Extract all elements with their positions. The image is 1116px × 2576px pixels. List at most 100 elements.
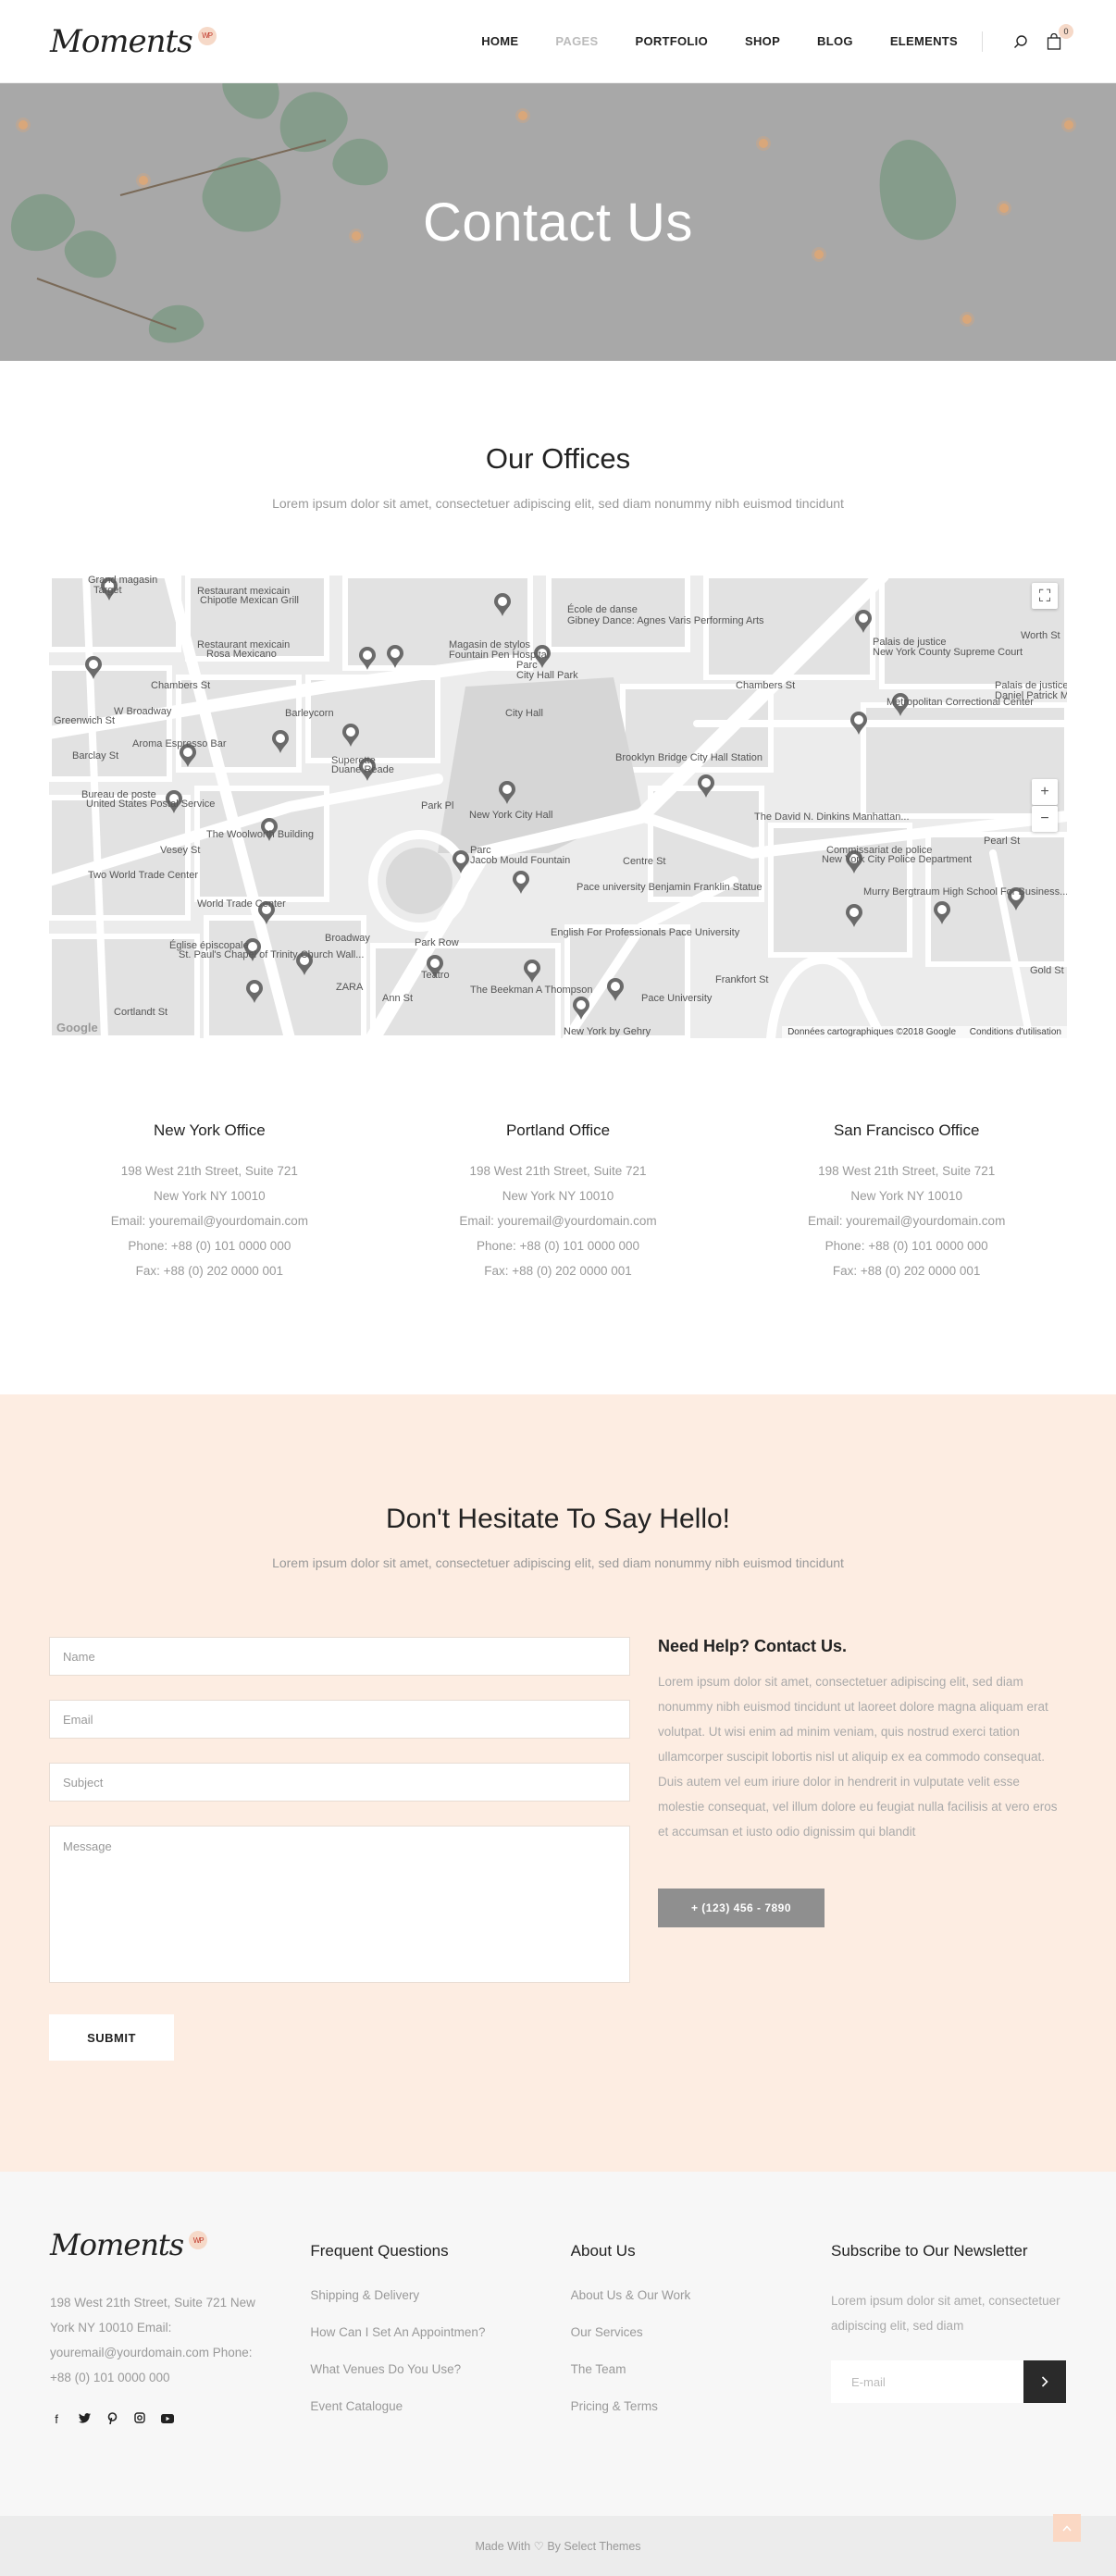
- footer-newsletter-col: Subscribe to Our Newsletter Lorem ipsum …: [830, 2227, 1066, 2516]
- decorative-flower: [759, 139, 768, 148]
- nav-pages[interactable]: PAGES: [555, 34, 598, 48]
- office-email: Email: youremail@yourdomain.com: [110, 1214, 308, 1228]
- email-field[interactable]: Email: [49, 1700, 630, 1739]
- footer-link[interactable]: Event Catalogue: [310, 2399, 570, 2413]
- help-text: Lorem ipsum dolor sit amet, consectetuer…: [658, 1675, 1058, 1839]
- social-links: f: [50, 2412, 310, 2427]
- map-label: Broadway: [325, 933, 370, 944]
- map-label: Pace University: [641, 993, 713, 1004]
- nav-shop[interactable]: SHOP: [745, 34, 780, 48]
- map-label: English For Professionals Pace Universit…: [551, 927, 740, 938]
- map-terms-link[interactable]: Conditions d'utilisation: [970, 1027, 1061, 1037]
- submit-button[interactable]: SUBMIT: [49, 2014, 174, 2061]
- contact-row: Name Email Subject Message SUBMIT Need H…: [49, 1637, 1067, 2061]
- map-label: Pearl St: [984, 836, 1020, 847]
- map-label: City Hall: [505, 708, 543, 719]
- decorative-leaf: [867, 130, 965, 249]
- footer-faq-col: Frequent Questions Shipping & Delivery H…: [310, 2227, 570, 2516]
- office-name: New York Office: [154, 1121, 266, 1139]
- map-label: City Hall Park: [516, 670, 578, 681]
- newsletter-text: Lorem ipsum dolor sit amet, consectetuer…: [830, 2294, 1060, 2333]
- office-card: San Francisco Office 198 West 21th Stree…: [732, 1121, 1081, 1283]
- nav-blog[interactable]: BLOG: [817, 34, 853, 48]
- map-label: Park Row: [415, 937, 459, 948]
- site-footer: Moments WP 198 West 21th Street, Suite 7…: [0, 2172, 1116, 2516]
- map-label: Brooklyn Bridge City Hall Station: [615, 752, 763, 763]
- map-label: United States Postal Service: [86, 799, 215, 810]
- footer-logo-badge: WP: [189, 2231, 208, 2249]
- map-label: Pace university Benjamin Franklin Statue: [577, 882, 763, 893]
- footer-link[interactable]: The Team: [571, 2362, 831, 2376]
- zoom-in-button[interactable]: +: [1032, 779, 1058, 805]
- office-phone: Phone: +88 (0) 101 0000 000: [825, 1239, 988, 1253]
- decorative-twig: [36, 278, 177, 330]
- footer-link[interactable]: Shipping & Delivery: [310, 2288, 570, 2302]
- map-label: New York by Gehry: [564, 1026, 651, 1037]
- map-label: Frankfort St: [715, 974, 768, 985]
- decorative-leaf: [329, 134, 392, 190]
- office-line1: 198 West 21th Street, Suite 721: [120, 1164, 298, 1178]
- phone-button[interactable]: + (123) 456 - 7890: [658, 1889, 825, 1927]
- footer-logo[interactable]: Moments WP: [50, 2227, 208, 2262]
- map-label: Target: [93, 585, 122, 596]
- pinterest-icon[interactable]: [105, 2412, 118, 2427]
- map-label: Daniel Patrick Moynihan US Courthouse: [995, 690, 1067, 701]
- office-line2: New York NY 10010: [502, 1189, 614, 1203]
- cart-icon[interactable]: 0: [1042, 23, 1073, 54]
- zoom-out-button[interactable]: −: [1032, 806, 1058, 832]
- fullscreen-button[interactable]: ⛶: [1032, 583, 1058, 609]
- footer-link[interactable]: Our Services: [571, 2325, 831, 2339]
- footer-link[interactable]: How Can I Set An Appointmen?: [310, 2325, 570, 2339]
- decorative-flower: [518, 111, 527, 120]
- map-label: École de danse: [567, 603, 638, 615]
- map-label: New York City Hall: [469, 810, 552, 821]
- offices-subtitle: Lorem ipsum dolor sit amet, consectetuer…: [272, 496, 844, 511]
- newsletter-submit-button[interactable]: [1023, 2360, 1066, 2403]
- footer-link[interactable]: Pricing & Terms: [571, 2399, 831, 2413]
- map-label: Worth St: [1021, 630, 1060, 641]
- map-label: ZARA: [336, 982, 364, 993]
- facebook-icon[interactable]: f: [50, 2412, 63, 2427]
- decorative-flower: [139, 176, 148, 185]
- nav-divider: [982, 31, 983, 52]
- footer-link[interactable]: What Venues Do You Use?: [310, 2362, 570, 2376]
- newsletter-email-input[interactable]: E-mail: [830, 2360, 1023, 2403]
- contact-section: Don't Hesitate To Say Hello! Lorem ipsum…: [0, 1394, 1116, 2172]
- map-label: New York City Police Department: [822, 854, 972, 865]
- contact-form: Name Email Subject Message SUBMIT: [49, 1637, 630, 2061]
- cart-count-badge: 0: [1059, 23, 1073, 39]
- instagram-icon[interactable]: [133, 2412, 146, 2427]
- newsletter-title: Subscribe to Our Newsletter: [830, 2242, 1028, 2260]
- map-label: W Broadway: [114, 706, 172, 717]
- footer-about-col: Moments WP 198 West 21th Street, Suite 7…: [50, 2227, 310, 2516]
- map-marker[interactable]: [513, 871, 529, 894]
- google-map[interactable]: Grand magasin Target Restaurant mexicain Ch…: [49, 576, 1067, 1038]
- logo-badge: WP: [197, 26, 217, 45]
- logo[interactable]: Moments WP: [50, 23, 217, 60]
- nav-elements[interactable]: ELEMENTS: [890, 34, 958, 48]
- footer-bottom-bar: Made With ♡ By Select Themes: [0, 2514, 1116, 2576]
- nav-portfolio[interactable]: PORTFOLIO: [635, 34, 708, 48]
- map-label: Chipotle Mexican Grill: [200, 595, 299, 606]
- name-field[interactable]: Name: [49, 1637, 630, 1676]
- map-label: St. Paul's Chapel of Trinity Church Wall…: [179, 949, 364, 960]
- office-fax: Fax: +88 (0) 202 0000 001: [832, 1264, 981, 1278]
- message-field[interactable]: Message: [49, 1826, 630, 1983]
- youtube-icon[interactable]: [161, 2412, 174, 2427]
- map-label: Greenwich St: [54, 715, 115, 726]
- back-to-top-button[interactable]: [1053, 2514, 1081, 2542]
- decorative-flower: [19, 120, 28, 130]
- map-label: Barclay St: [72, 750, 118, 762]
- office-line1: 198 West 21th Street, Suite 721: [818, 1164, 996, 1178]
- map-label: Vesey St: [160, 845, 200, 856]
- twitter-icon[interactable]: [78, 2412, 91, 2427]
- office-list: New York Office 198 West 21th Street, Su…: [35, 1121, 1081, 1394]
- subject-field[interactable]: Subject: [49, 1763, 630, 1802]
- office-email: Email: youremail@yourdomain.com: [808, 1214, 1006, 1228]
- office-line1: 198 West 21th Street, Suite 721: [469, 1164, 647, 1178]
- nav-home[interactable]: HOME: [481, 34, 518, 48]
- office-phone: Phone: +88 (0) 101 0000 000: [476, 1239, 640, 1253]
- footer-link[interactable]: About Us & Our Work: [571, 2288, 831, 2302]
- office-card: New York Office 198 West 21th Street, Su…: [35, 1121, 384, 1283]
- search-icon[interactable]: [1009, 30, 1033, 54]
